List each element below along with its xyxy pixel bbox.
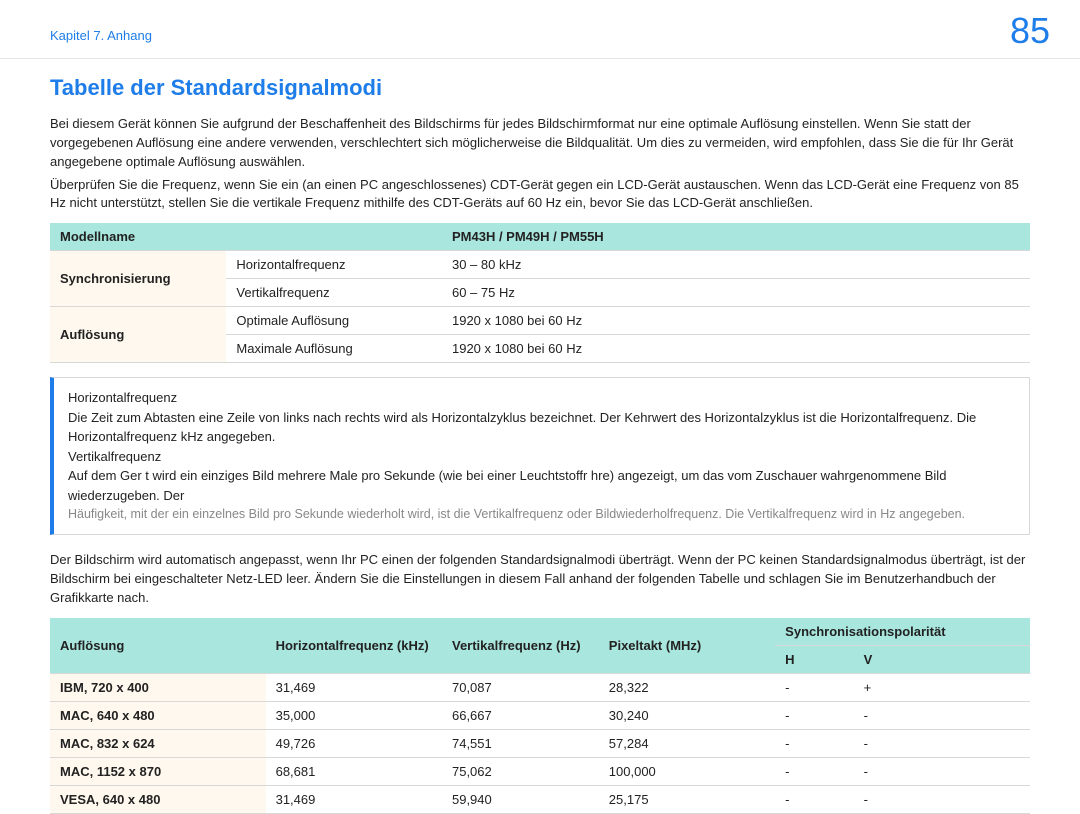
note-vfreq-label: Vertikalfrequenz	[68, 447, 1015, 467]
table-cell: 66,667	[442, 701, 599, 729]
table-cell: -	[775, 785, 853, 813]
table-cell: -	[775, 729, 853, 757]
note-hfreq-label: Horizontalfrequenz	[68, 388, 1015, 408]
table-cell: VESA, 640 x 480	[50, 785, 266, 813]
table-cell: 59,940	[442, 785, 599, 813]
t2-head-res: Auflösung	[50, 618, 266, 674]
table-cell: 49,726	[266, 729, 442, 757]
table-cell: 75,062	[442, 757, 599, 785]
table-cell: 68,681	[266, 757, 442, 785]
table1-cell: 30 – 80 kHz	[442, 251, 1030, 279]
t2-head-vfreq: Vertikalfrequenz (Hz)	[442, 618, 599, 674]
table-cell: 28,322	[599, 673, 775, 701]
table-cell: 30,240	[599, 701, 775, 729]
intro-paragraph-1: Bei diesem Gerät können Sie aufgrund der…	[50, 115, 1030, 172]
table-cell: -	[854, 701, 1030, 729]
table-cell: MAC, 832 x 624	[50, 729, 266, 757]
model-spec-table: Modellname PM43H / PM49H / PM55H Synchro…	[50, 223, 1030, 363]
t2-head-h: H	[775, 645, 853, 673]
t2-head-v: V	[854, 645, 1030, 673]
table-row: MAC, 640 x 48035,00066,66730,240--	[50, 701, 1030, 729]
note-hfreq-text: Die Zeit zum Abtasten eine Zeile von lin…	[68, 408, 1015, 447]
table1-cell: Maximale Auflösung	[226, 335, 442, 363]
chapter-label: Kapitel 7. Anhang	[50, 10, 152, 43]
table1-header-value: PM43H / PM49H / PM55H	[442, 223, 1030, 251]
table-cell: +	[854, 673, 1030, 701]
table-cell: 31,469	[266, 785, 442, 813]
table-cell: 25,175	[599, 785, 775, 813]
table1-cell: 1920 x 1080 bei 60 Hz	[442, 335, 1030, 363]
table-row: VESA, 640 x 48031,46959,94025,175--	[50, 785, 1030, 813]
table-cell: MAC, 640 x 480	[50, 701, 266, 729]
table-cell: -	[775, 757, 853, 785]
table-cell: -	[854, 729, 1030, 757]
table1-cell: Horizontalfrequenz	[226, 251, 442, 279]
table-cell: IBM, 720 x 400	[50, 673, 266, 701]
table1-res-label: Auflösung	[50, 307, 226, 363]
t2-head-pixclk: Pixeltakt (MHz)	[599, 618, 775, 674]
table-cell: -	[854, 757, 1030, 785]
table-cell: 74,551	[442, 729, 599, 757]
note-vfreq-text: Auf dem Ger t wird ein einziges Bild meh…	[68, 466, 1015, 505]
table1-header-model: Modellname	[50, 223, 442, 251]
table-cell: 70,087	[442, 673, 599, 701]
table-row: MAC, 832 x 62449,72674,55157,284--	[50, 729, 1030, 757]
table-row: IBM, 720 x 40031,46970,08728,322-+	[50, 673, 1030, 701]
intro-paragraph-2: Überprüfen Sie die Frequenz, wenn Sie ei…	[50, 176, 1030, 214]
table-cell: 31,469	[266, 673, 442, 701]
t2-head-syncpol: Synchronisationspolarität	[775, 618, 1030, 646]
table1-cell: 60 – 75 Hz	[442, 279, 1030, 307]
definition-note-box: Horizontalfrequenz Die Zeit zum Abtasten…	[50, 377, 1030, 535]
table1-cell: 1920 x 1080 bei 60 Hz	[442, 307, 1030, 335]
page-number: 85	[1010, 10, 1050, 52]
table1-sync-label: Synchronisierung	[50, 251, 226, 307]
table-cell: 100,000	[599, 757, 775, 785]
table-cell: MAC, 1152 x 870	[50, 757, 266, 785]
after-note-paragraph: Der Bildschirm wird automatisch angepass…	[50, 551, 1030, 608]
table1-cell: Vertikalfrequenz	[226, 279, 442, 307]
page-content: Tabelle der Standardsignalmodi Bei diese…	[0, 59, 1080, 814]
table1-cell: Optimale Auflösung	[226, 307, 442, 335]
table-cell: -	[854, 785, 1030, 813]
table-cell: -	[775, 673, 853, 701]
note-vfreq-subtext: Häufigkeit, mit der ein einzelnes Bild p…	[68, 505, 1015, 524]
section-title: Tabelle der Standardsignalmodi	[50, 75, 1030, 101]
table-cell: 35,000	[266, 701, 442, 729]
table-cell: 57,284	[599, 729, 775, 757]
t2-head-hfreq: Horizontalfrequenz (kHz)	[266, 618, 442, 674]
page-header: Kapitel 7. Anhang 85	[0, 0, 1080, 59]
table-cell: -	[775, 701, 853, 729]
table-row: MAC, 1152 x 87068,68175,062100,000--	[50, 757, 1030, 785]
signal-modes-table: Auflösung Horizontalfrequenz (kHz) Verti…	[50, 618, 1030, 814]
